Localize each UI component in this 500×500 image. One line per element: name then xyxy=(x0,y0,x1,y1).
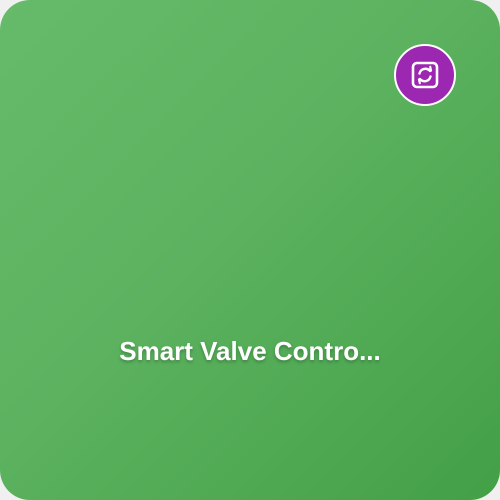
sync-icon xyxy=(411,61,439,89)
sync-badge xyxy=(394,44,456,106)
device-tile[interactable]: Smart Valve Contro... xyxy=(0,0,500,500)
device-title: Smart Valve Contro... xyxy=(119,336,381,366)
